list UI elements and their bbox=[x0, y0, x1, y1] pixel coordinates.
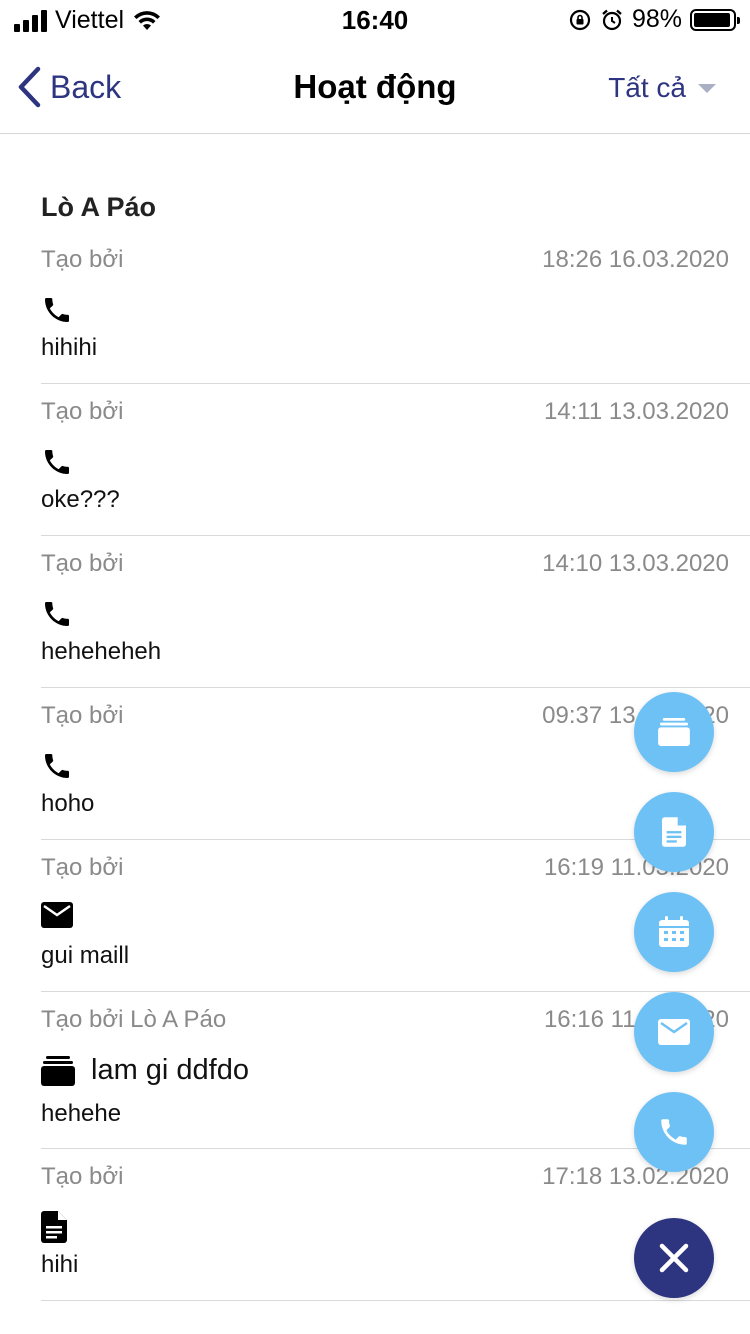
activity-creator: Tạo bởi bbox=[41, 550, 124, 577]
phone-icon bbox=[657, 1115, 691, 1149]
nav-bar: Back Hoạt động Tất cả bbox=[0, 40, 750, 134]
activity-note: hihi bbox=[41, 1251, 79, 1278]
phone-icon bbox=[41, 446, 73, 478]
activity-creator: Tạo bởi bbox=[41, 398, 124, 425]
activity-time: 14:10 13.03.2020 bbox=[542, 550, 729, 577]
activity-type-row: lam gi ddfdo bbox=[41, 1054, 249, 1087]
activity-note: hehehe bbox=[41, 1100, 122, 1127]
alarm-icon bbox=[600, 8, 624, 32]
battery-percent: 98% bbox=[631, 5, 682, 33]
add-note-button[interactable] bbox=[634, 792, 714, 872]
owner-name: Lò A Páo bbox=[41, 192, 157, 222]
add-meeting-button[interactable] bbox=[634, 892, 714, 972]
activity-creator: Tạo bởi bbox=[41, 246, 124, 273]
activity-type-row bbox=[41, 1211, 67, 1243]
activity-note: hihihi bbox=[41, 334, 98, 361]
activity-item[interactable]: Tạo bởi 14:10 13.03.2020 heheheheh bbox=[41, 536, 750, 688]
add-email-button[interactable] bbox=[634, 992, 714, 1072]
phone-icon bbox=[41, 750, 73, 782]
filter-dropdown[interactable]: Tất cả bbox=[608, 72, 716, 104]
activity-time: 14:11 13.03.2020 bbox=[543, 398, 729, 425]
activity-item[interactable]: Tạo bởi 14:11 13.03.2020 oke??? bbox=[41, 384, 750, 536]
status-right: 98% bbox=[568, 5, 740, 34]
activity-note: hoho bbox=[41, 790, 95, 817]
activity-creator: Tạo bởi Lò A Páo bbox=[41, 1006, 227, 1033]
caret-down-icon bbox=[698, 83, 716, 93]
activity-time: 18:26 16.03.2020 bbox=[542, 246, 729, 273]
activity-subject: lam gi ddfdo bbox=[91, 1054, 249, 1086]
inbox-stack-icon bbox=[658, 718, 690, 746]
activity-time: 17:18 13.02.2020 bbox=[542, 1163, 729, 1190]
activity-type-row bbox=[41, 750, 73, 782]
status-bar: Viettel 16:40 98% bbox=[0, 0, 750, 40]
phone-icon bbox=[41, 294, 73, 326]
mail-icon bbox=[41, 902, 73, 928]
activity-type-row bbox=[41, 446, 73, 478]
activity-type-row bbox=[41, 294, 73, 326]
activity-item[interactable]: Tạo bởi 18:26 16.03.2020 hihihi bbox=[41, 232, 750, 384]
battery-icon bbox=[690, 8, 740, 31]
filter-label: Tất cả bbox=[608, 72, 686, 103]
activity-type-row bbox=[41, 598, 73, 630]
activity-creator: Tạo bởi bbox=[41, 1163, 124, 1190]
add-task-button[interactable] bbox=[634, 692, 714, 772]
rotation-lock-icon bbox=[568, 8, 592, 32]
activity-note: heheheheh bbox=[41, 638, 162, 665]
activity-creator: Tạo bởi bbox=[41, 702, 124, 729]
close-menu-button[interactable] bbox=[634, 1218, 714, 1298]
calendar-icon bbox=[658, 916, 690, 948]
activity-note: oke??? bbox=[41, 486, 120, 513]
phone-icon bbox=[41, 598, 73, 630]
activity-creator: Tạo bởi bbox=[41, 854, 124, 881]
add-call-button[interactable] bbox=[634, 1092, 714, 1172]
close-icon bbox=[658, 1242, 690, 1274]
document-icon bbox=[41, 1211, 67, 1243]
activity-note: gui maill bbox=[41, 942, 130, 969]
document-icon bbox=[662, 817, 686, 847]
mail-icon bbox=[658, 1019, 690, 1045]
activity-type-row bbox=[41, 902, 73, 928]
inbox-stack-icon bbox=[41, 1055, 75, 1086]
